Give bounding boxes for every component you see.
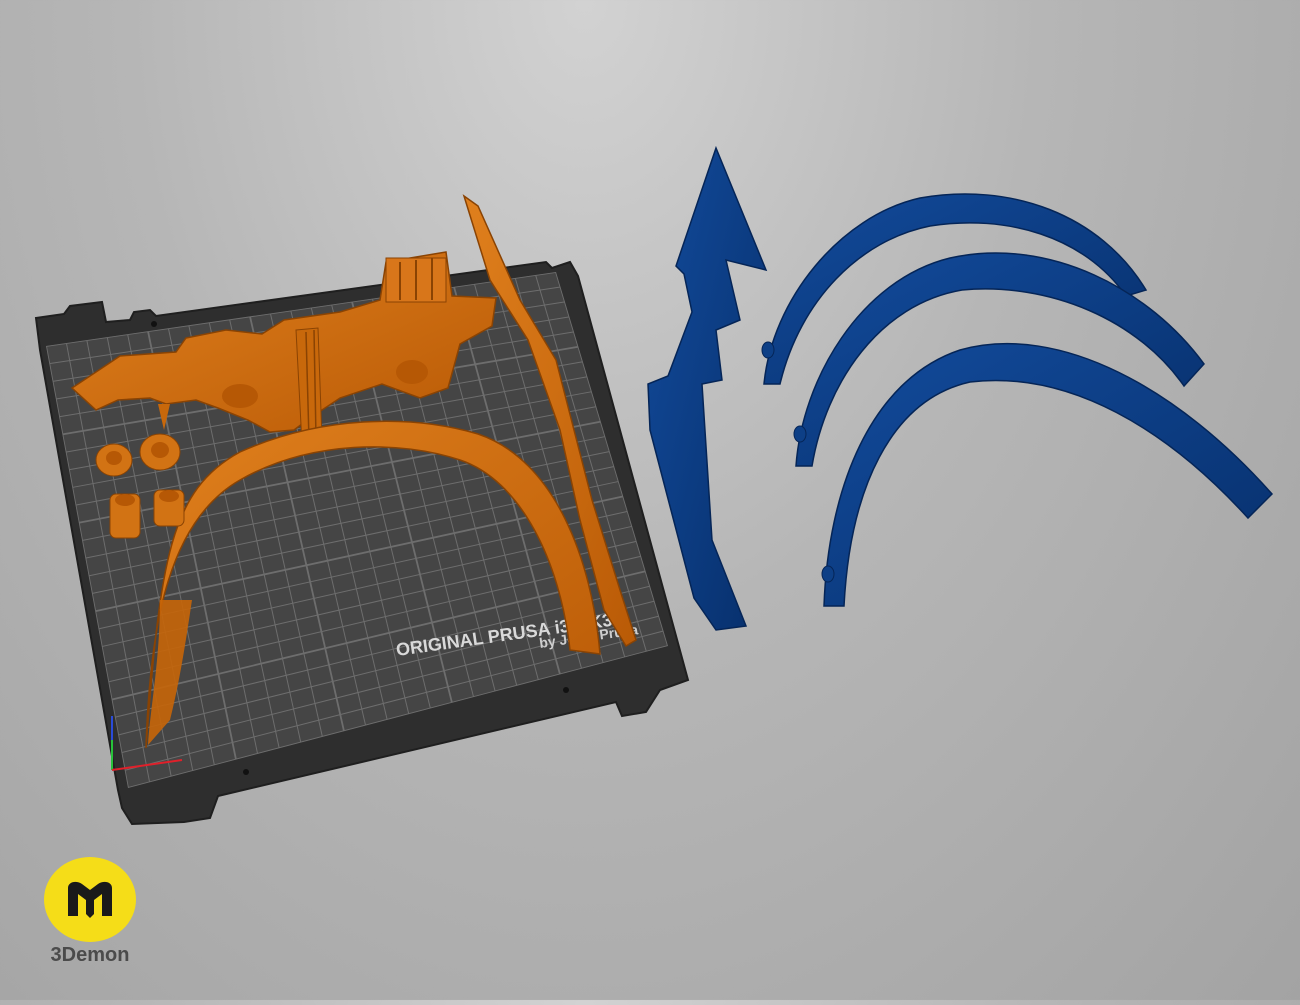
bed-screw xyxy=(151,321,157,327)
part-ear-post-1[interactable] xyxy=(109,493,141,539)
bed-screw xyxy=(243,769,249,775)
part-ear-post-2[interactable] xyxy=(153,489,185,527)
part-ear-cap-2[interactable] xyxy=(139,433,181,471)
m-logo-icon xyxy=(44,857,136,942)
brand-watermark: 3Demon xyxy=(40,857,140,967)
part-arc-band-3[interactable] xyxy=(821,342,1274,607)
blue-parts[interactable] xyxy=(647,145,1274,631)
part-ear-cap-1[interactable] xyxy=(95,443,133,477)
brand-name: 3Demon xyxy=(50,944,130,966)
bed-screw xyxy=(563,687,569,693)
3d-viewport[interactable]: ORIGINAL PRUSA i3 MK3 by Josef Prusa xyxy=(0,0,1300,1000)
part-spike-blade[interactable] xyxy=(647,145,768,631)
scene-canvas[interactable]: ORIGINAL PRUSA i3 MK3 by Josef Prusa xyxy=(0,0,1300,1000)
